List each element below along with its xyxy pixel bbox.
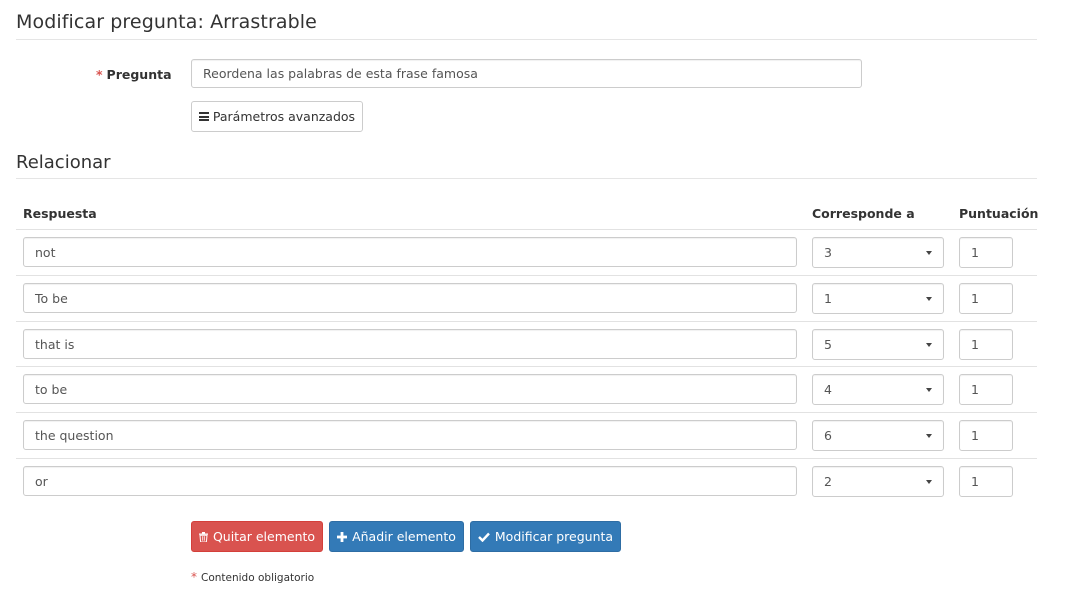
question-label-text: Pregunta (106, 67, 172, 82)
matches-select[interactable]: 1 (812, 283, 944, 314)
header-matches: Corresponde a (812, 206, 915, 221)
answer-input[interactable]: not (23, 237, 797, 267)
score-input[interactable]: 1 (959, 237, 1013, 268)
score-value: 1 (971, 474, 979, 489)
plus-icon (337, 531, 348, 542)
modify-question-label: Modificar pregunta (494, 529, 614, 544)
remove-element-label: Quitar elemento (212, 529, 316, 544)
matches-select[interactable]: 2 (812, 466, 944, 497)
matches-value: 4 (824, 382, 832, 397)
score-value: 1 (971, 337, 979, 352)
score-input[interactable]: 1 (959, 420, 1013, 451)
matches-value: 3 (824, 245, 832, 260)
required-note-text: Contenido obligatorio (201, 572, 315, 584)
header-answer: Respuesta (23, 206, 97, 221)
caret-down-icon (926, 479, 932, 484)
score-value: 1 (971, 245, 979, 260)
matches-select[interactable]: 4 (812, 374, 944, 405)
title-divider (16, 39, 1037, 40)
answer-value: To be (35, 290, 68, 306)
answer-input[interactable]: to be (23, 374, 797, 404)
table-divider (16, 275, 1037, 276)
matches-select[interactable]: 3 (812, 237, 944, 268)
section-divider (16, 178, 1037, 179)
answer-input[interactable]: that is (23, 329, 797, 359)
matches-value: 1 (824, 291, 832, 306)
modify-question-button[interactable]: Modificar pregunta (470, 521, 621, 552)
bars-icon (198, 112, 209, 121)
score-input[interactable]: 1 (959, 466, 1013, 497)
table-divider (16, 366, 1037, 367)
table-divider (16, 458, 1037, 459)
caret-down-icon (926, 250, 932, 255)
matches-value: 6 (824, 428, 832, 443)
score-input[interactable]: 1 (959, 374, 1013, 405)
answer-input[interactable]: or (23, 466, 797, 496)
score-value: 1 (971, 428, 979, 443)
answer-input[interactable]: the question (23, 420, 797, 450)
caret-down-icon (926, 296, 932, 301)
answer-value: to be (35, 381, 68, 397)
score-input[interactable]: 1 (959, 329, 1013, 360)
add-element-button[interactable]: Añadir elemento (329, 521, 464, 552)
table-divider (16, 229, 1037, 230)
caret-down-icon (926, 433, 932, 438)
header-score: Puntuación (959, 206, 1039, 221)
answer-value: the question (35, 427, 114, 443)
advanced-params-button[interactable]: Parámetros avanzados (191, 101, 363, 132)
answer-value: or (35, 473, 48, 489)
trash-icon (198, 531, 208, 542)
section-title: Relacionar (16, 152, 111, 173)
matches-select[interactable]: 6 (812, 420, 944, 451)
required-mark: * (96, 67, 103, 82)
question-input-value: Reordena las palabras de esta frase famo… (203, 66, 478, 81)
question-label: * Pregunta (96, 67, 172, 82)
check-icon (478, 532, 490, 542)
matches-value: 5 (824, 337, 832, 352)
caret-down-icon (926, 342, 932, 347)
score-value: 1 (971, 382, 979, 397)
score-input[interactable]: 1 (959, 283, 1013, 314)
table-divider (16, 321, 1037, 322)
answer-value: that is (35, 336, 75, 352)
required-note: * Contenido obligatorio (191, 570, 314, 584)
caret-down-icon (926, 387, 932, 392)
matches-value: 2 (824, 474, 832, 489)
advanced-params-label: Parámetros avanzados (212, 109, 356, 124)
page-title: Modificar pregunta: Arrastrable (16, 11, 317, 33)
question-input[interactable]: Reordena las palabras de esta frase famo… (191, 59, 862, 88)
required-mark: * (191, 570, 197, 584)
answer-input[interactable]: To be (23, 283, 797, 313)
matches-select[interactable]: 5 (812, 329, 944, 360)
score-value: 1 (971, 291, 979, 306)
add-element-label: Añadir elemento (352, 529, 456, 544)
answer-value: not (35, 244, 56, 260)
remove-element-button[interactable]: Quitar elemento (191, 521, 323, 552)
table-divider (16, 412, 1037, 413)
